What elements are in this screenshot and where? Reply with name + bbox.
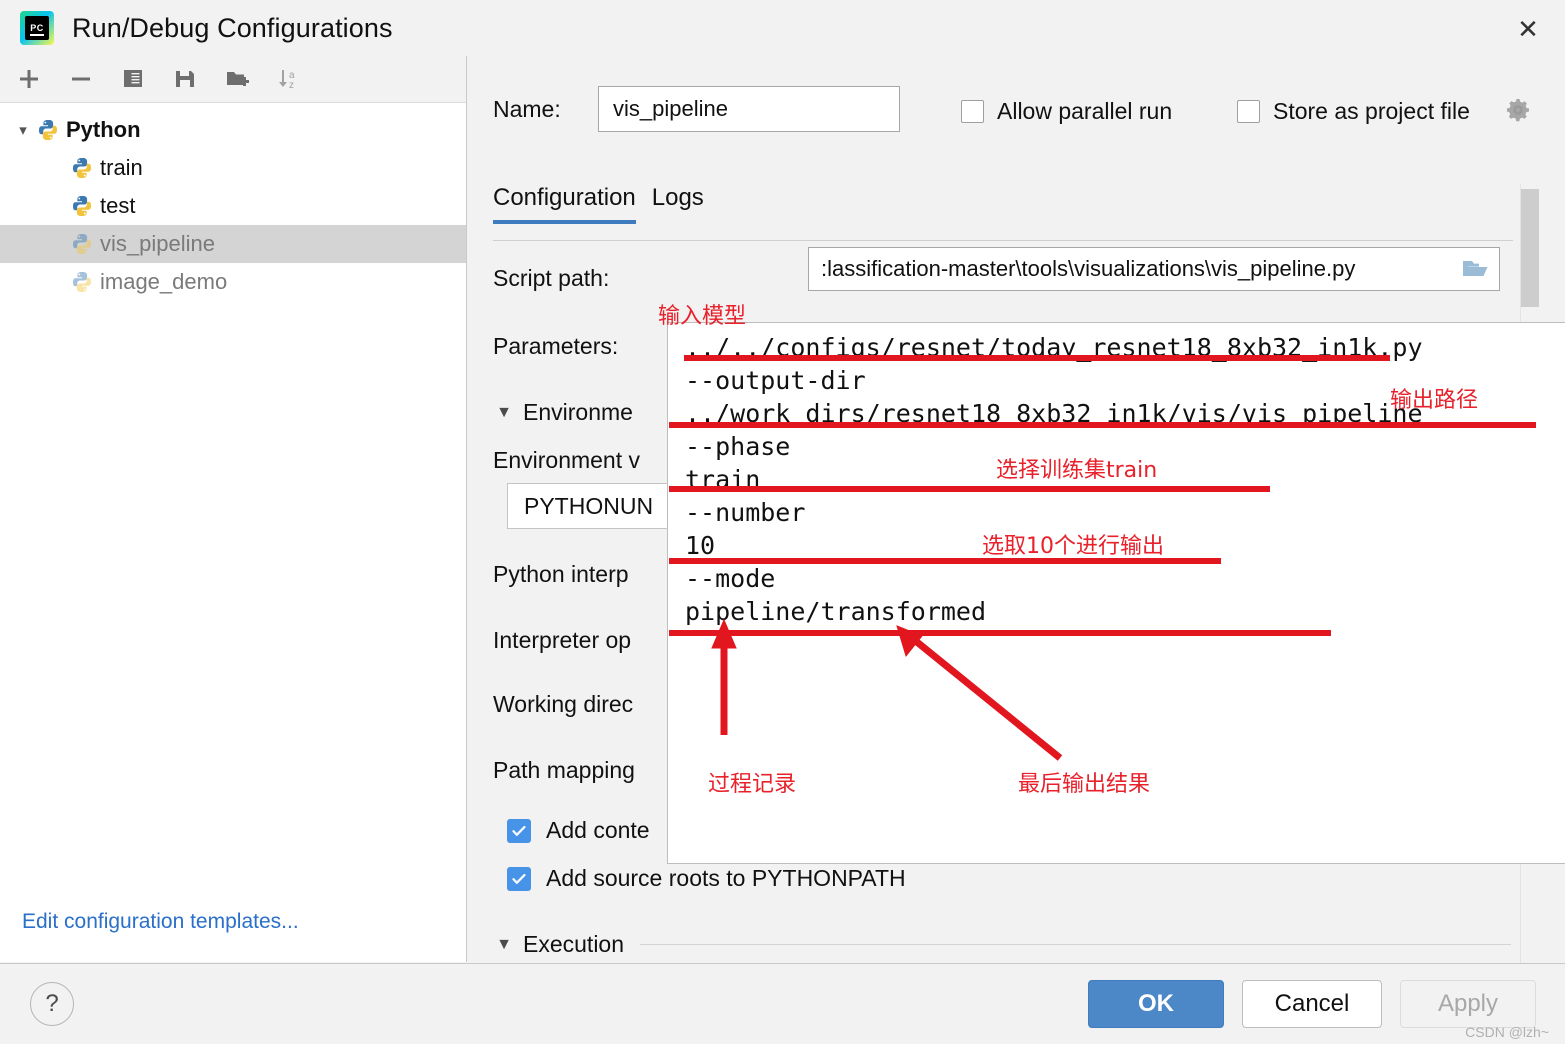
annotation-process-record: 过程记录 [708, 772, 797, 797]
cancel-button[interactable]: Cancel [1242, 980, 1382, 1028]
annotation-underline-outdir [669, 422, 1536, 428]
annotation-arrows [711, 618, 1063, 761]
annotation-layer: 输入模型 输出路径 选择训练集train 选取10个进行输出 过程记录 最后输出… [0, 0, 1565, 1043]
annotation-select-10: 选取10个进行输出 [982, 534, 1164, 559]
apply-button: Apply [1400, 980, 1536, 1028]
dialog-footer: ? OK Cancel Apply CSDN @lzh~ [0, 963, 1565, 1044]
annotation-output-path: 输出路径 [1390, 388, 1479, 413]
watermark: CSDN @lzh~ [1465, 1024, 1549, 1040]
annotation-select-train: 选择训练集train [996, 458, 1158, 483]
annotation-underline-number [669, 558, 1221, 564]
run-debug-configurations-dialog: PC Run/Debug Configurations ✕ a z ▾ Pyth… [0, 0, 1565, 1044]
ok-button[interactable]: OK [1088, 980, 1224, 1028]
annotation-underline-train [669, 486, 1270, 492]
annotation-underline-mode [669, 630, 1331, 636]
help-button[interactable]: ? [30, 982, 74, 1026]
annotation-final-output: 最后输出结果 [1018, 772, 1151, 797]
annotation-input-model: 输入模型 [658, 304, 747, 329]
annotation-underline-config [684, 355, 1390, 361]
